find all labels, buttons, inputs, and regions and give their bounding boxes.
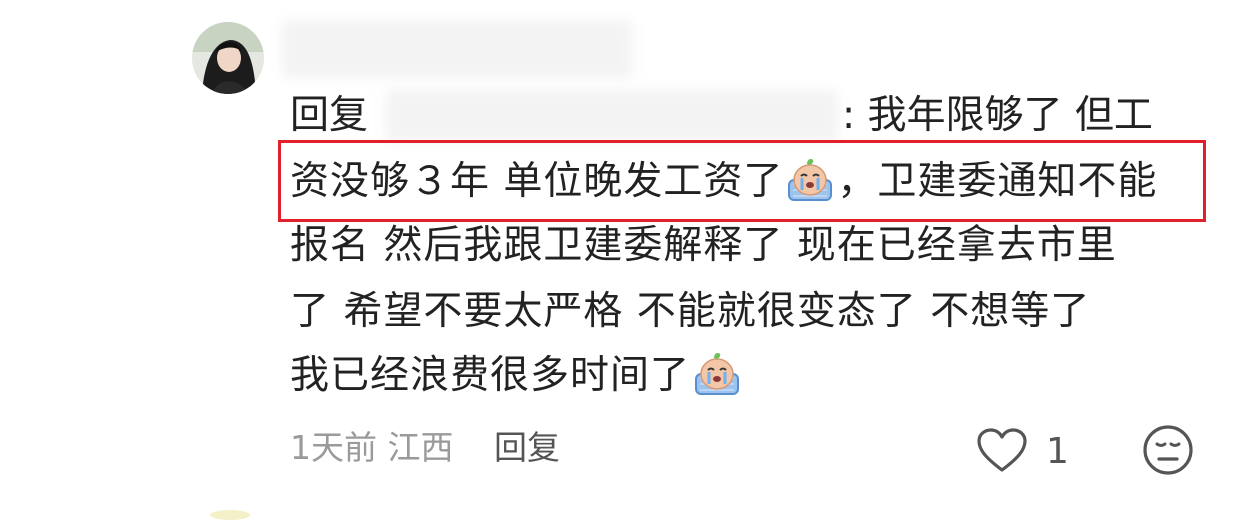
like-button[interactable]: 1	[976, 428, 1069, 474]
like-count: 1	[1046, 430, 1069, 472]
next-comment-avatar-edge	[210, 510, 250, 520]
highlight-box	[278, 140, 1206, 222]
crying-face-emoji-icon	[695, 353, 740, 395]
comment-line-4: 了 希望不要太严格 不能就很变态了 不想等了	[290, 289, 1091, 334]
unhappy-face-icon[interactable]	[1142, 424, 1194, 476]
comment-time: 1天前	[290, 428, 377, 467]
comment-meta: 1天前 江西 回复	[290, 426, 560, 470]
comment-location: 江西	[387, 428, 454, 467]
comment-line-3: 报名 然后我跟卫建委解释了 现在已经拿去市里	[290, 223, 1117, 268]
reply-text-first-line: : 我年限够了 但工	[842, 93, 1153, 138]
avatar[interactable]	[192, 22, 264, 94]
username-redacted[interactable]	[282, 20, 632, 78]
reply-button[interactable]: 回复	[494, 428, 560, 467]
mention-redacted[interactable]	[386, 90, 838, 142]
comment-line-5: 我已经浪费很多时间了	[290, 350, 744, 400]
comment-text-segment: 我已经浪费很多时间了	[290, 353, 691, 398]
heart-icon	[977, 428, 1027, 472]
reply-prefix: 回复	[290, 93, 369, 138]
